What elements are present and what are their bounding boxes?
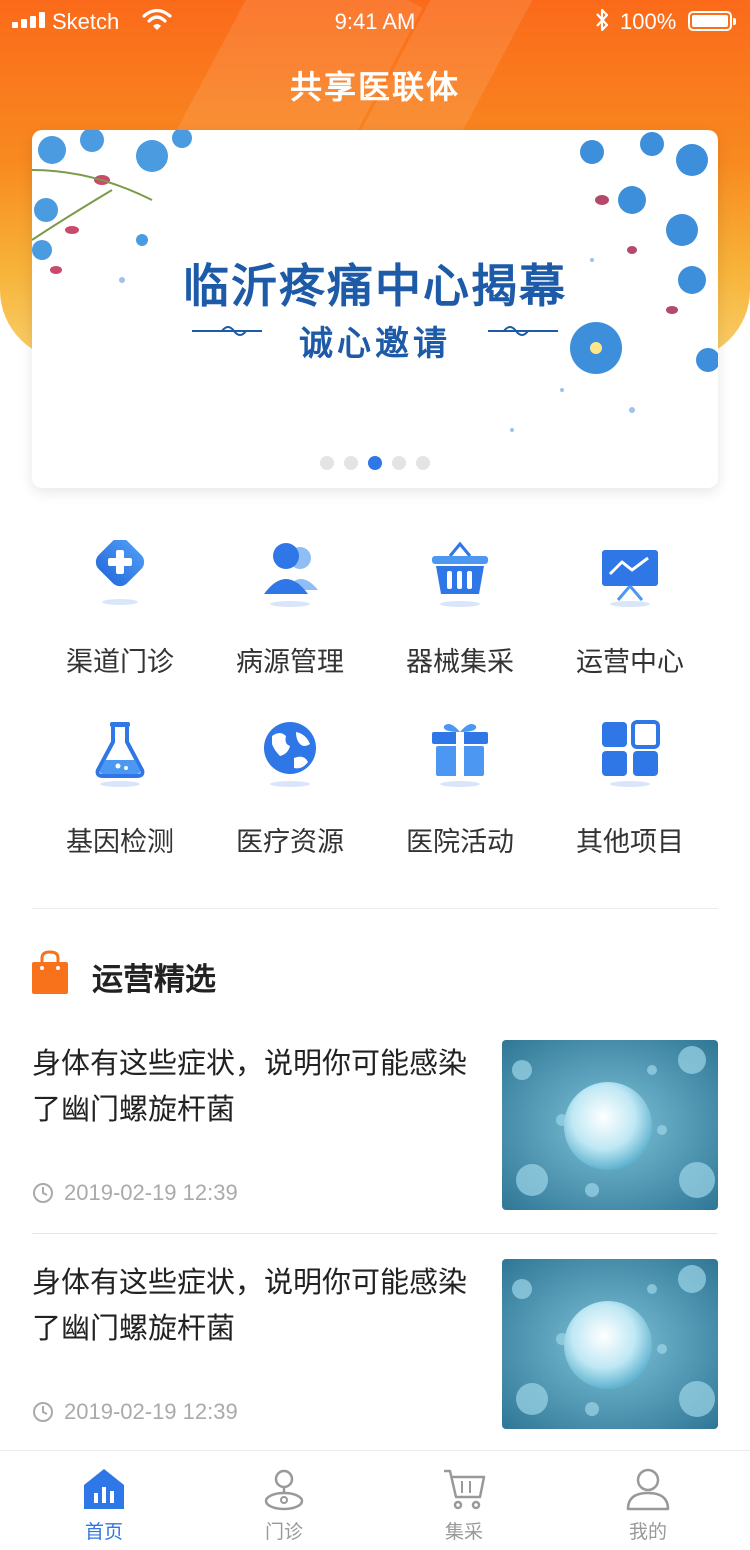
battery-icon <box>688 11 736 31</box>
clock-icon <box>33 1183 53 1203</box>
grid-item-other-projects[interactable]: 其他项目 <box>542 720 718 860</box>
article-thumbnail[interactable] <box>502 1259 718 1429</box>
tab-clinic[interactable]: 门诊 <box>190 1451 378 1550</box>
plus-diamond-icon <box>95 540 145 605</box>
tab-purchase[interactable]: 集采 <box>370 1451 558 1550</box>
app-title: 共享医联体 <box>289 68 460 106</box>
grid-item-gene-testing[interactable]: 基因检测 <box>32 720 208 860</box>
users-icon <box>264 543 318 607</box>
grid-item-label: 基因检测 <box>66 827 174 858</box>
carousel-dot[interactable] <box>344 456 358 470</box>
tab-label: 集采 <box>444 1521 483 1543</box>
article-timestamp: 2019-02-19 12:39 <box>32 1399 238 1425</box>
tab-label: 我的 <box>628 1521 667 1543</box>
clock-icon <box>33 1402 53 1422</box>
status-bar: Sketch 9:41 AM 100% <box>0 0 750 44</box>
grid-item-label: 病源管理 <box>236 647 344 678</box>
battery-percent: 100% <box>620 9 677 34</box>
shopping-bag-icon <box>32 950 68 994</box>
article-item[interactable]: 身体有这些症状，说明你可能感染了幽门螺旋杆菌 2019-02-19 12:39 <box>32 1040 718 1215</box>
home-chart-icon <box>84 1469 124 1509</box>
flask-icon <box>95 722 145 787</box>
banner-title: 临沂疼痛中心揭幕 <box>183 259 567 313</box>
bluetooth-icon <box>596 8 609 32</box>
carousel-dot[interactable] <box>320 456 334 470</box>
article-item[interactable]: 身体有这些症状，说明你可能感染了幽门螺旋杆菌 2019-02-19 12:39 <box>32 1259 718 1434</box>
tab-profile[interactable]: 我的 <box>554 1451 742 1550</box>
carousel-dot-active[interactable] <box>368 456 382 470</box>
grid-item-label: 医疗资源 <box>236 827 344 858</box>
cart-icon <box>444 1469 486 1510</box>
article-title: 身体有这些症状，说明你可能感染了幽门螺旋杆菌 <box>32 1046 468 1126</box>
article-time-text: 2019-02-19 12:39 <box>64 1180 238 1205</box>
grid-item-label: 医院活动 <box>406 827 514 858</box>
article-time-text: 2019-02-19 12:39 <box>64 1399 238 1424</box>
gift-icon <box>432 724 488 787</box>
globe-icon <box>264 722 316 787</box>
tab-home[interactable]: 首页 <box>10 1451 198 1550</box>
grid-item-label: 其他项目 <box>576 827 684 858</box>
presentation-board-icon <box>602 550 658 607</box>
section-divider <box>32 908 718 909</box>
banner-subtitle: 诚心邀请 <box>299 324 451 364</box>
grid-item-patient-source[interactable]: 病源管理 <box>202 540 378 680</box>
cell-image <box>502 1259 718 1429</box>
article-timestamp: 2019-02-19 12:39 <box>32 1180 238 1206</box>
article-title: 身体有这些症状，说明你可能感染了幽门螺旋杆菌 <box>32 1265 468 1345</box>
cell-image <box>502 1040 718 1210</box>
basket-icon <box>432 541 488 607</box>
apps-grid-icon <box>602 720 660 787</box>
article-thumbnail[interactable] <box>502 1040 718 1210</box>
promo-banner[interactable]: 临沂疼痛中心揭幕 诚心邀请 <box>32 130 718 488</box>
tab-label: 首页 <box>84 1521 123 1543</box>
grid-item-label: 运营中心 <box>576 647 684 678</box>
grid-item-label: 渠道门诊 <box>66 647 174 678</box>
grid-item-medical-resources[interactable]: 医疗资源 <box>202 720 378 860</box>
grid-item-equipment-purchase[interactable]: 器械集采 <box>372 540 548 680</box>
grid-item-label: 器械集采 <box>406 647 514 678</box>
user-icon <box>626 1468 670 1511</box>
carousel-dot[interactable] <box>392 456 406 470</box>
carousel-dot[interactable] <box>416 456 430 470</box>
carousel-dots[interactable] <box>32 456 718 470</box>
grid-item-operations-center[interactable]: 运营中心 <box>542 540 718 680</box>
article-separator <box>32 1233 718 1234</box>
bottom-tab-bar: 首页 门诊 集采 我的 <box>0 1450 750 1550</box>
grid-item-hospital-events[interactable]: 医院活动 <box>372 720 548 860</box>
clinic-pin-icon <box>264 1469 304 1511</box>
tab-label: 门诊 <box>264 1521 303 1543</box>
grid-item-channel-clinic[interactable]: 渠道门诊 <box>32 540 208 680</box>
section-title: 运营精选 <box>92 962 216 998</box>
